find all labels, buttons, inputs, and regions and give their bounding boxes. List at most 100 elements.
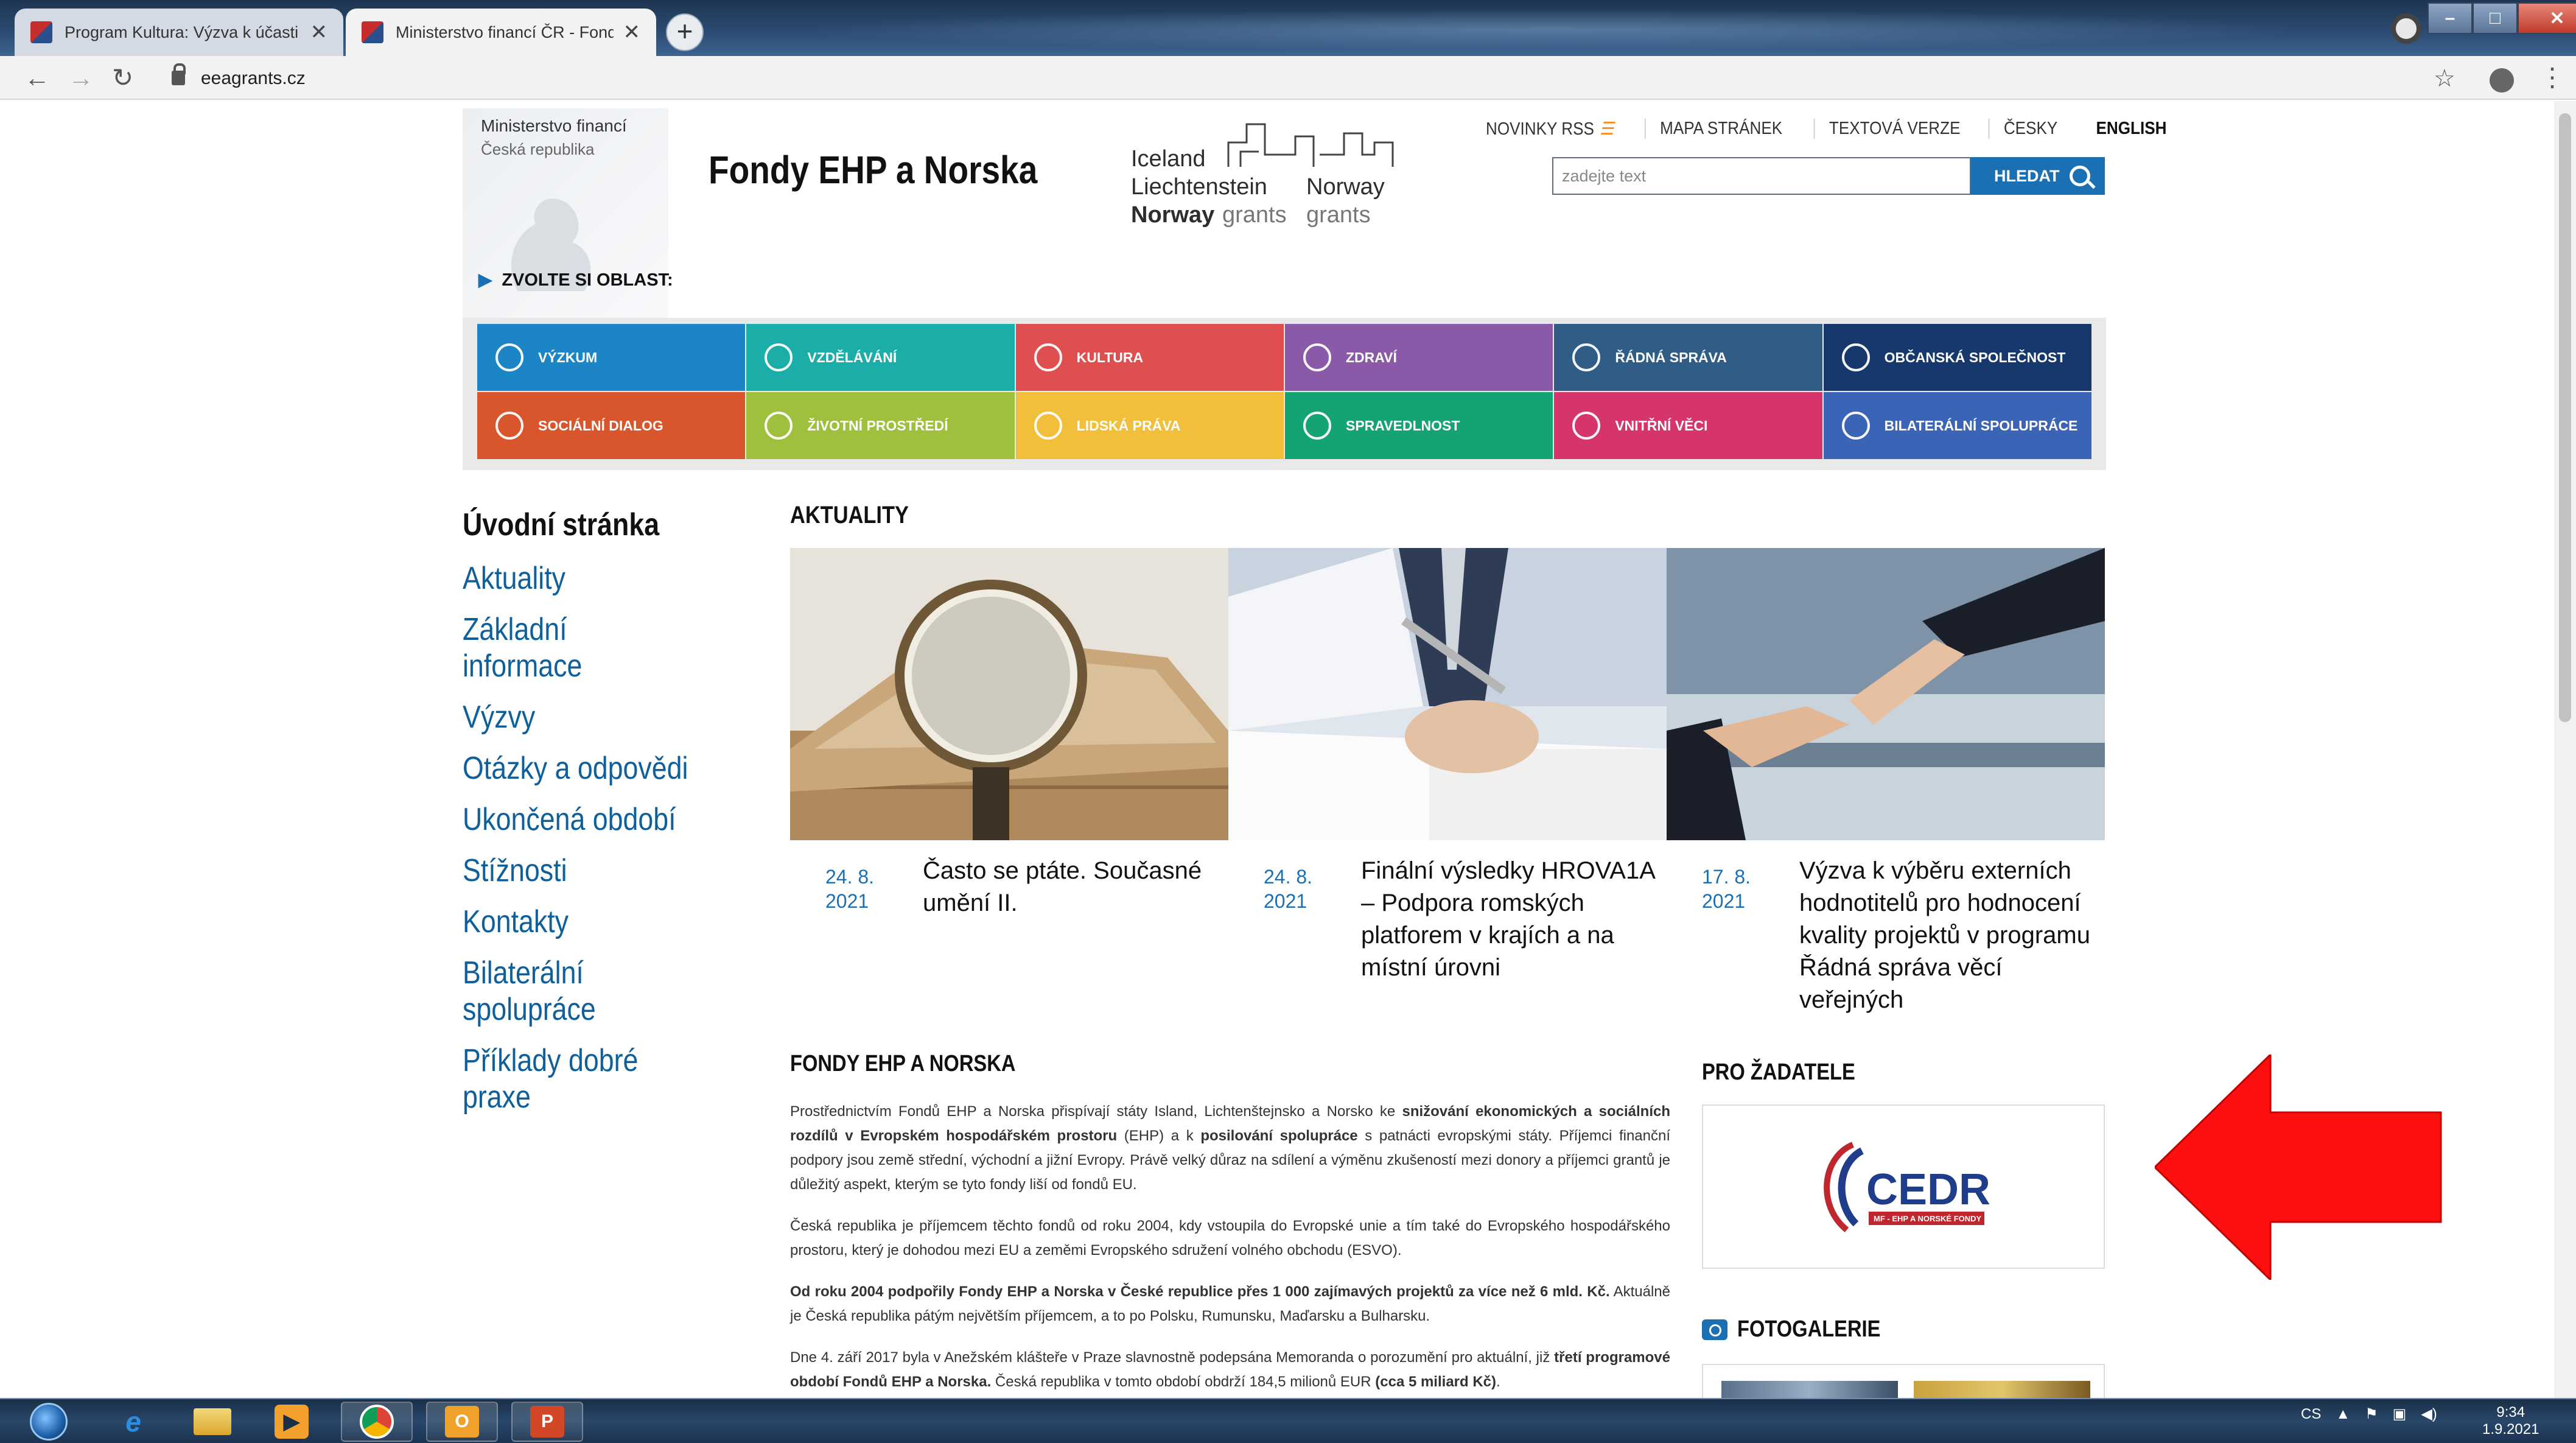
logo-norway: Norway [1131,202,1215,228]
nav-kontakty[interactable]: Kontakty [463,904,693,940]
browser-menu-icon[interactable]: ⋮ [2539,62,2565,92]
news-title[interactable]: Často se ptáte. Současné umění II. [923,855,1233,919]
minimize-window-button[interactable]: – [2427,2,2473,34]
search-button-label: HLEDAT [1994,166,2060,185]
svg-text:MF - EHP A NORSKÉ FONDY: MF - EHP A NORSKÉ FONDY [1874,1214,1982,1223]
internet-explorer-icon[interactable]: e [97,1402,169,1442]
start-button[interactable] [12,1400,85,1443]
taskbar-clock[interactable]: 9:34 1.9.2021 [2482,1404,2539,1438]
red-arrow-annotation [2155,1055,2442,1280]
nav-zakladni-informace[interactable]: Základní informace [463,611,693,684]
tab-program-kultura[interactable]: Program Kultura: Výzva k účasti v ✕ [15,9,343,56]
text-version-link[interactable]: TEXTOVÁ VERZE [1813,119,1975,139]
news-heading: AKTUALITY [790,502,909,528]
tab-title: Program Kultura: Výzva k účasti v [65,23,301,41]
media-player-icon[interactable]: ▶ [256,1402,327,1442]
english-language-link[interactable]: ENGLISH [2082,119,2181,139]
sitemap-link[interactable]: MAPA STRÁNEK [1644,119,1797,139]
tile-zivotni-prostredi[interactable]: ŽIVOTNÍ PROSTŘEDÍ [746,392,1015,459]
browser-tab-bar: Program Kultura: Výzva k účasti v ✕ Mini… [0,0,2576,56]
nav-home[interactable]: Úvodní stránka [463,507,693,543]
news-image-handshake[interactable] [1667,548,2105,840]
language-indicator[interactable]: CS [2301,1406,2321,1423]
gallery-thumb[interactable] [1721,1381,1898,1398]
nav-priklady-dobre-praxe[interactable]: Příklady dobré praxe [463,1042,651,1115]
bookmark-star-icon[interactable]: ☆ [2434,65,2455,93]
account-avatar-icon[interactable] [2490,68,2514,93]
tile-spravedlnost[interactable]: SPRAVEDLNOST [1285,392,1553,459]
czech-language-link[interactable]: ČESKY [1988,119,2071,139]
browser-profile-icon[interactable] [2391,13,2421,44]
fondy-paragraph-2: Česká republika je příjemcem těchto fond… [790,1218,1670,1259]
nav-aktuality[interactable]: Aktuality [463,560,693,597]
tab-ministerstvo-financi[interactable]: Ministerstvo financí ČR - Fondy E ✕ [346,9,656,56]
back-arrow-icon[interactable]: ← [24,61,50,95]
news-item[interactable]: 24. 8. 2021 Finální výsledky HROVA1A – P… [1228,548,1667,981]
system-tray: CS ▲ ⚑ ▣ ◀) [2301,1405,2437,1423]
news-image-magnifier[interactable] [790,548,1228,840]
nav-vyzvy[interactable]: Výzvy [463,699,693,736]
page-scrollbar[interactable] [2554,101,2576,1398]
news-date: 24. 8. 2021 [825,866,875,912]
tile-vzdelavani[interactable]: VZDĚLÁVÁNÍ [746,324,1015,391]
flag-icon[interactable]: ⚑ [2365,1405,2378,1423]
news-title[interactable]: Výzva k výběru externích hodnotitelů pro… [1799,855,2110,1016]
ministry-line2: Česká republika [481,140,595,158]
maximize-window-button[interactable]: □ [2473,2,2518,34]
news-image-writing[interactable] [1228,548,1667,840]
dialog-icon [495,412,523,440]
tile-obcanska-spolecnost[interactable]: OBČANSKÁ SPOLEČNOST [1823,324,2091,391]
rss-link[interactable]: NOVINKY RSS ☰ [1486,118,1628,139]
nav-ukoncena-obdobi[interactable]: Ukončená období [463,801,693,838]
chrome-icon[interactable] [341,1402,413,1442]
header-links: NOVINKY RSS ☰ MAPA STRÁNEK TEXTOVÁ VERZE … [1478,118,2186,139]
file-explorer-icon[interactable] [177,1402,248,1442]
tile-kultura[interactable]: KULTURA [1015,324,1284,391]
tile-bilateralni-spoluprace[interactable]: BILATERÁLNÍ SPOLUPRÁCE [1823,392,2091,459]
heart-pulse-icon [1303,343,1331,371]
tile-zdravi[interactable]: ZDRAVÍ [1285,324,1553,391]
tab-close-icon[interactable]: ✕ [310,20,328,44]
dna-icon [495,343,523,371]
gallery-thumb[interactable] [1914,1381,2090,1398]
tile-radna-sprava[interactable]: ŘÁDNÁ SPRÁVA [1554,324,1822,391]
ministry-favicon-icon [30,21,52,43]
logo-norway-right: Norway [1306,174,1385,200]
news-item[interactable]: 17. 8. 2021 Výzva k výběru externích hod… [1667,548,2105,1013]
news-title[interactable]: Finální výsledky HROVA1A – Podpora romsk… [1361,855,1671,984]
news-item[interactable]: 24. 8. 2021 Často se ptáte. Současné umě… [790,548,1228,916]
search-button[interactable]: HLEDAT [1971,157,2105,195]
cedr-banner[interactable]: CEDR MF - EHP A NORSKÉ FONDY [1702,1104,2105,1269]
tab-close-icon[interactable]: ✕ [623,20,641,44]
tile-vyzkum[interactable]: VÝZKUM [477,324,746,391]
volume-icon[interactable]: ◀) [2421,1405,2437,1423]
search-input[interactable]: zadejte text [1552,157,1971,195]
outlook-icon[interactable]: O [426,1402,498,1442]
tray-expand-icon[interactable]: ▲ [2336,1406,2350,1423]
tile-socialni-dialog[interactable]: SOCIÁLNÍ DIALOG [477,392,746,459]
nav-bilateralni-spoluprace[interactable]: Bilaterální spolupráce [463,955,620,1028]
url-text[interactable]: eeagrants.cz [201,68,306,89]
titlebar-glow [791,9,2313,51]
tile-vnitrni-veci[interactable]: VNITŘNÍ VĚCI [1554,392,1822,459]
nav-otazky-a-odpovedi[interactable]: Otázky a odpovědi [463,750,693,787]
site-title[interactable]: Fondy EHP a Norska [709,147,1037,192]
network-icon[interactable]: ▣ [2393,1405,2407,1423]
tile-lidska-prava[interactable]: LIDSKÁ PRÁVA [1015,392,1284,459]
crown-icon [1034,343,1062,371]
photo-gallery-heading[interactable]: FOTOGALERIE [1702,1316,1904,1343]
new-tab-button[interactable]: + [666,13,704,51]
powerpoint-icon[interactable]: P [511,1402,583,1442]
camera-icon [1702,1319,1727,1340]
scrollbar-thumb[interactable] [2559,113,2571,722]
reload-icon[interactable]: ↻ [112,61,133,95]
close-window-button[interactable]: ✕ [2518,2,2576,34]
ministry-name[interactable]: Ministerstvo financí Česká republika [481,114,627,161]
choose-area-heading: ▶ ZVOLTE SI OBLAST: [478,270,673,290]
eea-norway-grants-logo[interactable]: Iceland Liechtenstein Norway Norway gran… [1131,118,1411,234]
nav-stiznosti[interactable]: Stížnosti [463,852,693,889]
photo-gallery-thumbnails[interactable] [1702,1364,2105,1398]
tab-title: Ministerstvo financí ČR - Fondy E [396,23,614,41]
lock-icon[interactable] [172,63,186,85]
forward-arrow-icon[interactable]: → [68,61,94,95]
